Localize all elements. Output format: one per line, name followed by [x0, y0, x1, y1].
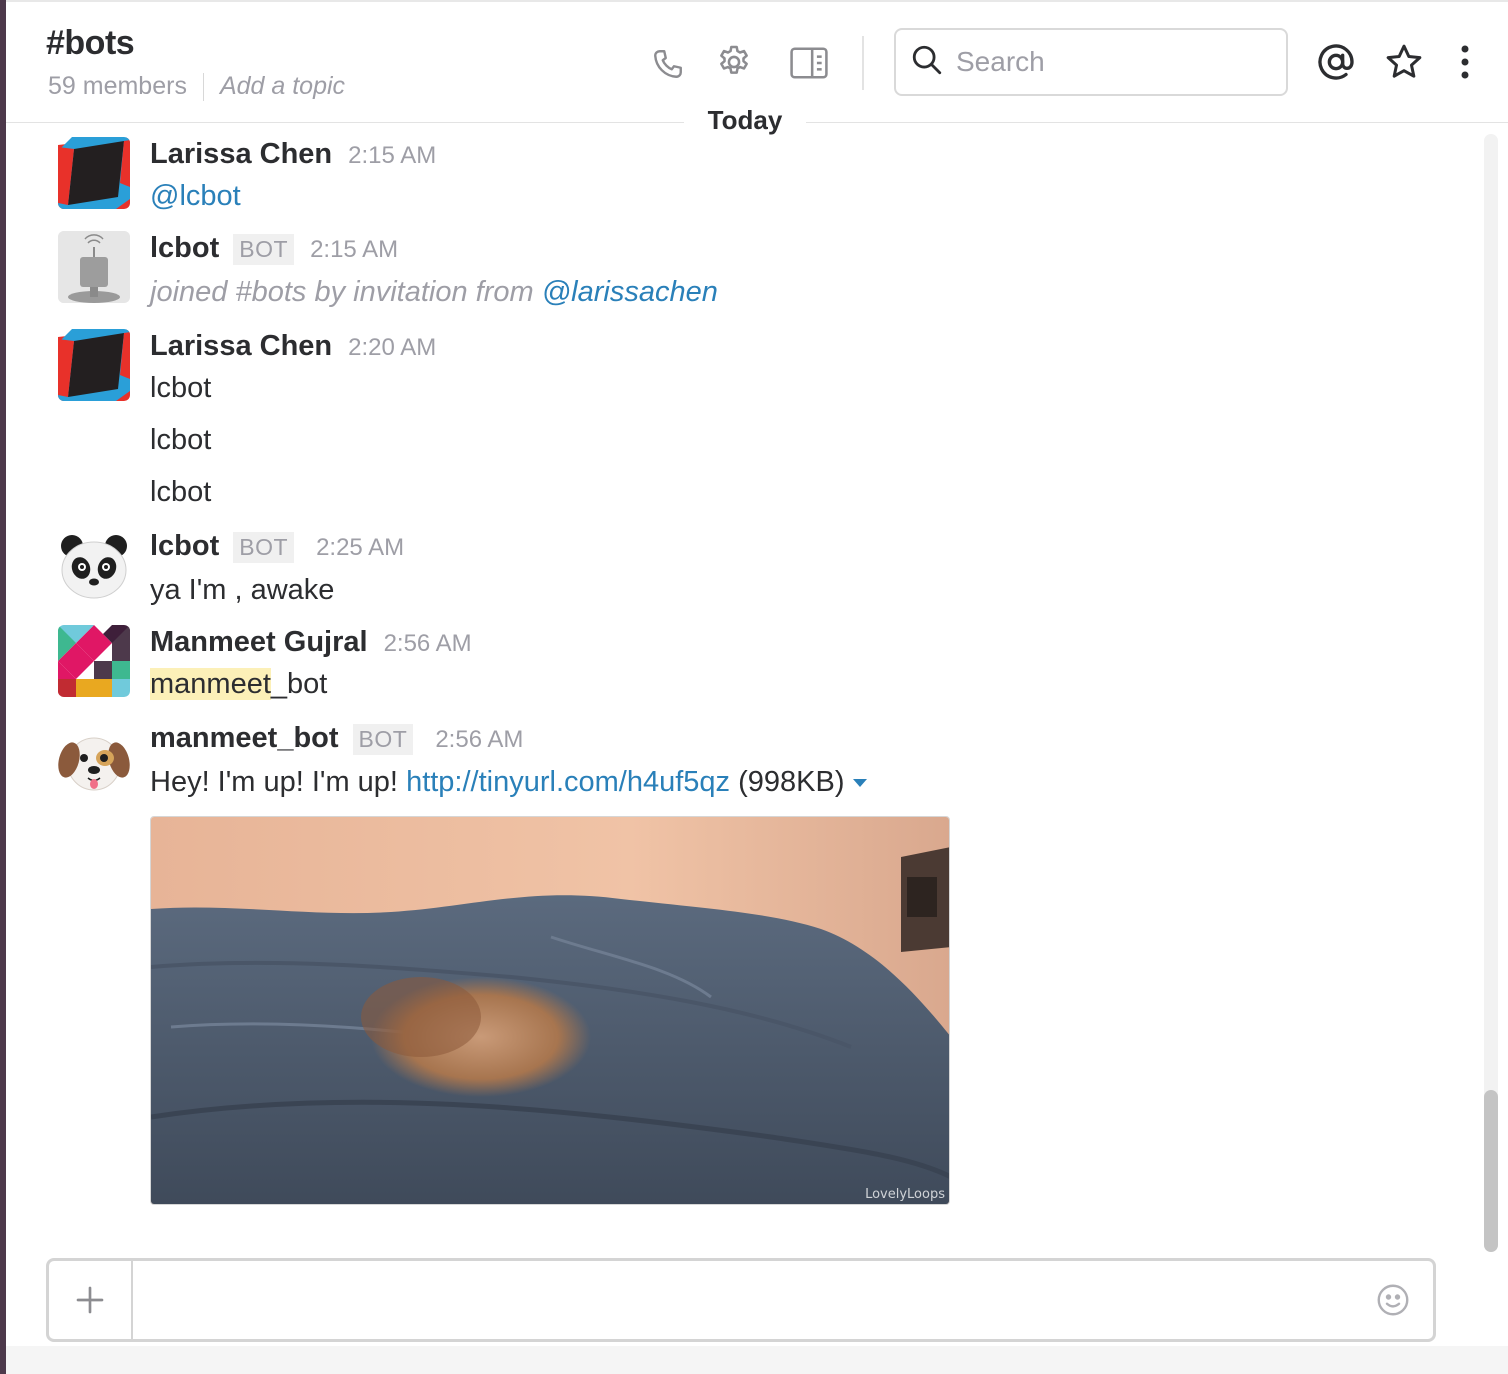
avatar[interactable] — [58, 231, 130, 303]
timestamp[interactable]: 2:20 AM — [348, 334, 436, 362]
sender-name[interactable]: Manmeet Gujral — [150, 626, 368, 659]
message-line: lcbot — [150, 424, 212, 456]
timestamp[interactable]: 2:15 AM — [310, 236, 398, 264]
sender-name[interactable]: lcbot — [150, 530, 219, 563]
add-topic-link[interactable]: Add a topic — [220, 72, 345, 101]
meta-divider — [202, 72, 204, 101]
system-message: joined #bots by invitation from — [150, 276, 534, 308]
mention-link[interactable]: @larissachen — [542, 276, 718, 308]
message-composer — [46, 1258, 1436, 1342]
mention-link[interactable]: @lcbot — [150, 180, 241, 212]
message-header: Larissa Chen 2:20 AM — [150, 330, 436, 363]
star-icon[interactable] — [1382, 40, 1426, 84]
message-header: Larissa Chen 2:15 AM — [150, 138, 436, 171]
gear-icon[interactable] — [712, 40, 756, 84]
message-line: lcbot — [150, 372, 212, 404]
smiley-icon — [1377, 1284, 1409, 1316]
header-divider — [862, 36, 864, 90]
message-input[interactable] — [133, 1261, 1353, 1339]
sender-name[interactable]: Larissa Chen — [150, 330, 332, 363]
message-body: joined #bots by invitation from @larissa… — [150, 276, 718, 309]
at-mention-icon[interactable] — [1314, 40, 1358, 84]
avatar[interactable] — [58, 329, 130, 401]
plus-icon — [76, 1286, 104, 1314]
emoji-button[interactable] — [1353, 1261, 1433, 1339]
sender-name[interactable]: Larissa Chen — [150, 138, 332, 171]
bot-badge: BOT — [233, 234, 295, 265]
add-attachment-button[interactable] — [49, 1261, 133, 1339]
phone-icon[interactable] — [646, 42, 690, 86]
message-header: Manmeet Gujral 2:56 AM — [150, 626, 472, 659]
more-vertical-icon[interactable] — [1450, 40, 1480, 84]
message-header: lcbot BOT 2:15 AM — [150, 232, 398, 265]
timestamp[interactable]: 2:25 AM — [316, 534, 404, 562]
search-box[interactable] — [894, 28, 1288, 96]
bot-badge: BOT — [352, 724, 414, 755]
message-body: manmeet_bot — [150, 668, 327, 701]
avatar[interactable] — [58, 625, 130, 697]
message-header: lcbot BOT 2:25 AM — [150, 530, 404, 563]
avatar[interactable] — [58, 530, 130, 602]
scrollbar-track[interactable] — [1484, 134, 1498, 1252]
message-body: @lcbot — [150, 180, 241, 213]
search-icon — [910, 43, 944, 82]
sender-name[interactable]: manmeet_bot — [150, 722, 339, 755]
scrollbar-thumb[interactable] — [1484, 1090, 1498, 1252]
file-size: (998KB) — [738, 766, 845, 798]
gif-attachment[interactable]: LovelyLoops — [150, 816, 950, 1205]
expand-attachment-caret-icon[interactable] — [852, 779, 867, 788]
message-line: lcbot — [150, 476, 212, 508]
message-line: ya I'm , awake — [150, 574, 335, 606]
gif-watermark: LovelyLoops — [865, 1187, 945, 1202]
sidebar-toggle-icon[interactable] — [786, 40, 832, 86]
bot-badge: BOT — [233, 532, 295, 563]
message-text: Hey! I'm up! I'm up! — [150, 766, 398, 798]
message-header: manmeet_bot BOT 2:56 AM — [150, 722, 523, 755]
timestamp[interactable]: 2:15 AM — [348, 142, 436, 170]
message-body: Hey! I'm up! I'm up! http://tinyurl.com/… — [150, 766, 867, 799]
footer-band — [6, 1346, 1508, 1374]
channel-title[interactable]: #bots — [46, 24, 135, 63]
timestamp[interactable]: 2:56 AM — [435, 726, 523, 754]
search-input[interactable] — [956, 46, 1256, 78]
timestamp[interactable]: 2:56 AM — [384, 630, 472, 658]
url-link[interactable]: http://tinyurl.com/h4uf5qz — [406, 766, 730, 798]
message-list: Larissa Chen 2:15 AM @lcbot lcbot BOT 2:… — [6, 124, 1476, 1244]
channel-meta: 59 members Add a topic — [48, 72, 345, 101]
keyword-highlight: manmeet — [150, 668, 271, 700]
avatar[interactable] — [58, 137, 130, 209]
sender-name[interactable]: lcbot — [150, 232, 219, 265]
message-text: _bot — [270, 668, 328, 700]
avatar[interactable] — [58, 728, 130, 800]
member-count[interactable]: 59 members — [48, 72, 187, 101]
